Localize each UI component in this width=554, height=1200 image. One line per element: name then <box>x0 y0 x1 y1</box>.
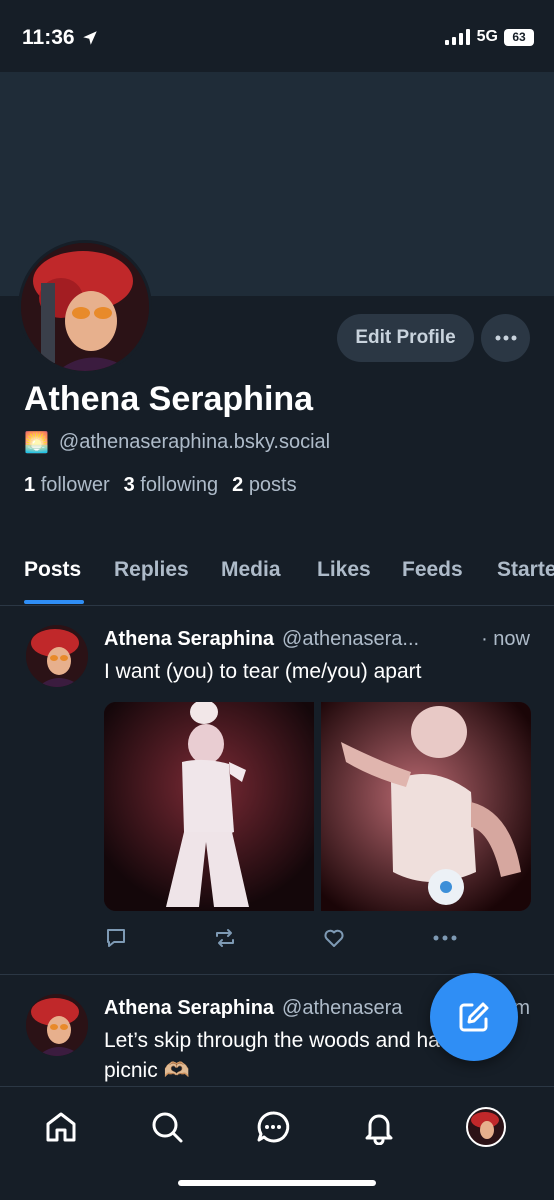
compose-button[interactable] <box>430 973 518 1061</box>
post-photo <box>321 702 531 911</box>
post-header: Athena Seraphina @athenasera... <box>104 628 419 651</box>
heart-icon <box>324 929 344 947</box>
like-button[interactable] <box>322 926 346 955</box>
post-timestamp: · now <box>481 628 530 650</box>
avatar-image <box>26 994 88 1056</box>
post-header: Athena Seraphina @athenasera <box>104 997 402 1020</box>
tab-posts[interactable]: Posts <box>24 558 81 582</box>
bell-icon <box>365 1114 393 1145</box>
profile-tabs: Posts Replies Media Likes Feeds Starte <box>0 544 554 606</box>
posts-count: 2 <box>232 474 244 496</box>
status-indicators: 5G 63 <box>444 28 534 46</box>
avatar-image <box>21 243 149 371</box>
post-photo <box>104 702 314 911</box>
tab-replies[interactable]: Replies <box>114 558 189 582</box>
repost-icon <box>216 929 234 947</box>
nav-notifications[interactable] <box>359 1107 399 1147</box>
home-icon <box>46 1112 76 1142</box>
followers-label: follower <box>40 474 110 496</box>
nav-chat[interactable] <box>253 1107 293 1147</box>
following-stat[interactable]: 3 following <box>124 474 219 497</box>
post-author-handle: @athenasera... <box>282 628 420 650</box>
display-name: Athena Seraphina <box>24 380 314 418</box>
profile-more-button[interactable] <box>481 314 530 362</box>
post-author-name[interactable]: Athena Seraphina <box>104 997 274 1020</box>
posts-stat: 2 posts <box>232 474 297 497</box>
status-bar: 11:36 5G 63 <box>0 0 554 72</box>
profile-handle: @athenaseraphina.bsky.social <box>58 431 331 453</box>
edit-profile-button[interactable]: Edit Profile <box>337 314 474 362</box>
following-label: following <box>140 474 219 496</box>
post-author-handle: @athenasera <box>282 997 403 1019</box>
followers-count: 1 <box>24 474 36 496</box>
profile-avatar-icon <box>466 1107 506 1147</box>
post-actions <box>0 926 554 956</box>
repost-button[interactable] <box>213 926 237 955</box>
home-indicator <box>178 1180 376 1186</box>
network-label: 5G <box>476 28 498 45</box>
comment-icon <box>107 929 125 947</box>
active-tab-indicator <box>24 600 84 604</box>
compose-icon <box>459 1002 489 1032</box>
battery-indicator: 63 <box>504 28 534 46</box>
sunrise-emoji: 🌅 <box>24 432 49 454</box>
signal-bars-icon <box>444 29 470 45</box>
post-text: I want (you) to tear (me/you) apart <box>104 660 422 683</box>
following-count: 3 <box>123 474 135 496</box>
tab-media[interactable]: Media <box>221 558 281 582</box>
chat-icon <box>257 1111 290 1143</box>
status-time: 11:36 <box>22 26 99 50</box>
nav-profile[interactable] <box>466 1107 506 1147</box>
followers-stat[interactable]: 1 follower <box>24 474 110 497</box>
post-avatar[interactable] <box>26 994 88 1056</box>
post-more-button[interactable] <box>432 930 458 951</box>
avatar-image <box>26 625 88 687</box>
post-image-2[interactable] <box>321 702 531 911</box>
tab-likes[interactable]: Likes <box>317 558 371 582</box>
post-author-name[interactable]: Athena Seraphina <box>104 628 274 651</box>
tab-feeds[interactable]: Feeds <box>402 558 463 582</box>
posts-label: posts <box>248 474 297 496</box>
ellipsis-icon <box>433 935 457 941</box>
profile-avatar[interactable] <box>18 240 152 374</box>
location-arrow-icon <box>82 31 97 45</box>
reply-button[interactable] <box>104 926 128 955</box>
post-avatar[interactable] <box>26 625 88 687</box>
handle-row: 🌅 @athenaseraphina.bsky.social <box>24 430 330 455</box>
profile-stats: 1 follower 3 following 2 posts <box>24 474 297 497</box>
ellipsis-icon <box>495 335 516 341</box>
search-icon <box>152 1112 183 1143</box>
post-image-1[interactable] <box>104 702 314 911</box>
tab-starter-packs[interactable]: Starte <box>497 558 554 582</box>
nav-home[interactable] <box>41 1107 81 1147</box>
nav-search[interactable] <box>147 1107 187 1147</box>
time-text: 11:36 <box>22 26 75 49</box>
